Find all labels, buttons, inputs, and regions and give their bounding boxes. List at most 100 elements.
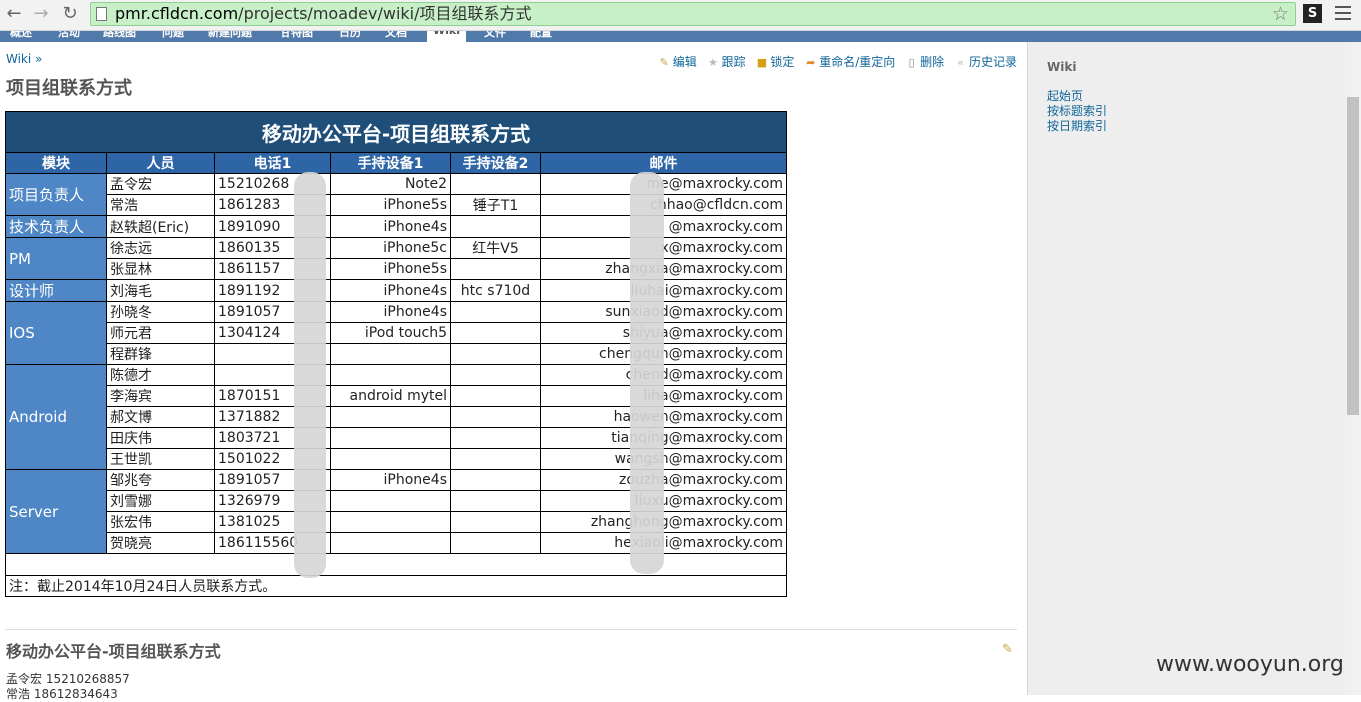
table-cell bbox=[450, 364, 541, 386]
extension-icon[interactable]: S bbox=[1303, 4, 1322, 23]
arrow-icon: ➦ bbox=[806, 56, 816, 69]
table-cell: 郝文博 bbox=[106, 406, 215, 428]
table-row: 设计师 刘海毛 1891192 iPhone4s htc s710d liuhai@max… bbox=[5, 279, 788, 302]
table-row: Server 邹兆夸 1891057 iPhone4s zouzha@maxrocky.… bbox=[5, 469, 788, 554]
table-row: Android 陈德才 chend@maxrocky.com bbox=[5, 364, 788, 470]
module-cell: 项目负责人 bbox=[5, 173, 107, 216]
column-header: 模块 bbox=[5, 152, 107, 174]
table-cell: 贺晓亮 bbox=[106, 532, 215, 554]
tab-5[interactable]: 甘特图 bbox=[280, 31, 313, 40]
table-row: 贺晓亮 186115560 hexiaoli@maxrocky.com bbox=[6, 532, 788, 554]
table-header-row: 模块 人员 电话1 手持设备1 手持设备2 邮件 bbox=[5, 152, 788, 174]
table-cell bbox=[450, 173, 541, 195]
table-cell bbox=[330, 448, 451, 470]
table-cell: htc s710d bbox=[450, 279, 541, 302]
bookmark-star-icon[interactable]: ☆ bbox=[1272, 3, 1289, 25]
table-cell: iPhone4s bbox=[330, 215, 451, 238]
module-cell: Android bbox=[5, 364, 107, 470]
table-row: IOS 孙晓冬 1891057 iPhone4s sunxiaod@maxrocky.c… bbox=[5, 301, 788, 365]
table-row: 程群锋 chengqun@maxrocky.com bbox=[6, 343, 788, 365]
table-cell: android mytel bbox=[330, 385, 451, 407]
delete-link[interactable]: ▯ 删除 bbox=[905, 53, 945, 70]
tab-7[interactable]: 文档 bbox=[385, 31, 407, 40]
tab-10[interactable]: 配置 bbox=[530, 31, 552, 40]
column-header: 人员 bbox=[106, 152, 215, 174]
module-cell: Server bbox=[5, 469, 107, 554]
breadcrumb[interactable]: Wiki » bbox=[6, 52, 42, 66]
table-cell: Note2 bbox=[330, 173, 451, 195]
rename-link[interactable]: ➦ 重命名/重定向 bbox=[804, 53, 895, 70]
watch-link[interactable]: ★ 跟踪 bbox=[707, 53, 745, 70]
history-icon: « bbox=[957, 56, 964, 69]
tab-3[interactable]: 问题 bbox=[162, 31, 184, 40]
table-cell: 孟令宏 bbox=[106, 173, 215, 195]
table-title: 移动办公平台-项目组联系方式 bbox=[4, 111, 788, 153]
table-row: 刘雪娜 1326979 liuxu@maxrocky.com bbox=[6, 490, 788, 512]
table-cell bbox=[450, 343, 541, 365]
table-row: 田庆伟 1803721 tianqing@maxrocky.com bbox=[6, 427, 788, 449]
table-cell: 王世凯 bbox=[106, 448, 215, 470]
tab-6[interactable]: 日历 bbox=[339, 31, 361, 40]
tab-1[interactable]: 活动 bbox=[58, 31, 80, 40]
table-row: 张宏伟 1381025 zhanghong@maxrocky.com bbox=[6, 511, 788, 533]
table-cell: iPhone4s bbox=[330, 301, 451, 323]
table-cell: 刘海毛 bbox=[106, 279, 215, 302]
table-cell bbox=[330, 406, 451, 428]
url-text: pmr.cfldcn.com/projects/moadev/wiki/项目组联… bbox=[115, 4, 532, 23]
edit-section-pencil-icon[interactable]: ✎ bbox=[1002, 642, 1013, 657]
table-row: PM 徐志远 1860135 iPhone5c 红牛V5 x@maxrocky.com bbox=[5, 237, 788, 280]
lock-link[interactable]: ■ 锁定 bbox=[755, 53, 795, 70]
table-cell: iPhone4s bbox=[330, 279, 451, 302]
tab-4[interactable]: 新建问题 bbox=[208, 31, 252, 40]
table-cell: 邹兆夸 bbox=[106, 469, 215, 491]
vertical-scrollbar[interactable] bbox=[1345, 42, 1361, 695]
table-cell bbox=[450, 469, 541, 491]
column-header: 手持设备2 bbox=[450, 152, 541, 174]
forward-arrow-icon[interactable]: → bbox=[30, 3, 52, 25]
table-row: 技术负责人 赵轶超(Eric) 1891090 iPhone4s @maxrocky.c… bbox=[5, 215, 788, 238]
table-cell bbox=[330, 364, 451, 386]
page-icon bbox=[96, 7, 107, 21]
table-cell: 李海宾 bbox=[106, 385, 215, 407]
browser-toolbar: ← → ↻ pmr.cfldcn.com/projects/moadev/wik… bbox=[0, 0, 1361, 31]
table-note-row: 注：截止2014年10月24日人员联系方式。 bbox=[4, 575, 788, 597]
browser-menu-icon[interactable] bbox=[1335, 6, 1351, 24]
sidebar-link-index-by-date[interactable]: 按日期索引 bbox=[1047, 117, 1107, 134]
tab-9[interactable]: 文件 bbox=[484, 31, 506, 40]
table-cell: iPod touch5 bbox=[330, 322, 451, 344]
table-cell bbox=[450, 215, 541, 238]
main-content: Wiki » 项目组联系方式 ✎ 编辑 ★ 跟踪 ■ 锁定 ➦ 重命名/重定向 ▯ 删除 … bbox=[0, 42, 1027, 701]
tab-8[interactable]: Wiki bbox=[427, 31, 466, 42]
table-cell bbox=[450, 258, 541, 280]
table-blank-row bbox=[4, 553, 788, 576]
table-cell: 张宏伟 bbox=[106, 511, 215, 533]
history-link[interactable]: «历史记录 bbox=[954, 53, 1017, 70]
table-cell bbox=[450, 532, 541, 554]
table-cell: iPhone5c bbox=[330, 237, 451, 259]
project-menu: 概述 活动 路线图 问题 新建问题 甘特图 日历 文档 Wiki 文件 配置 bbox=[0, 31, 1361, 42]
edit-link[interactable]: ✎ 编辑 bbox=[658, 53, 697, 70]
table-cell: 孙晓冬 bbox=[106, 301, 215, 323]
table-cell bbox=[330, 343, 451, 365]
module-cell: 设计师 bbox=[5, 279, 107, 302]
divider bbox=[5, 629, 1017, 630]
column-header: 电话1 bbox=[214, 152, 331, 174]
tab-0[interactable]: 概述 bbox=[10, 31, 32, 40]
table-cell: 师元君 bbox=[106, 322, 215, 344]
module-cell: 技术负责人 bbox=[5, 215, 107, 238]
table-cell: 张显林 bbox=[106, 258, 215, 280]
table-cell: 徐志远 bbox=[106, 237, 215, 259]
back-arrow-icon[interactable]: ← bbox=[3, 3, 25, 25]
table-cell bbox=[330, 427, 451, 449]
address-bar[interactable]: pmr.cfldcn.com/projects/moadev/wiki/项目组联… bbox=[90, 2, 1296, 26]
page-title: 项目组联系方式 bbox=[6, 78, 132, 99]
reload-icon[interactable]: ↻ bbox=[59, 3, 81, 25]
table-row: 常浩 1861283 iPhone5s 锤子T1 chhao@cfldcn.com bbox=[6, 194, 788, 216]
blank-cell bbox=[4, 553, 788, 576]
tab-2[interactable]: 路线图 bbox=[103, 31, 136, 40]
watermark: www.wooyun.org bbox=[1156, 652, 1344, 677]
scrollbar-thumb[interactable] bbox=[1347, 97, 1359, 415]
trash-icon: ▯ bbox=[908, 56, 915, 69]
table-cell bbox=[450, 490, 541, 512]
table-cell: 刘雪娜 bbox=[106, 490, 215, 512]
